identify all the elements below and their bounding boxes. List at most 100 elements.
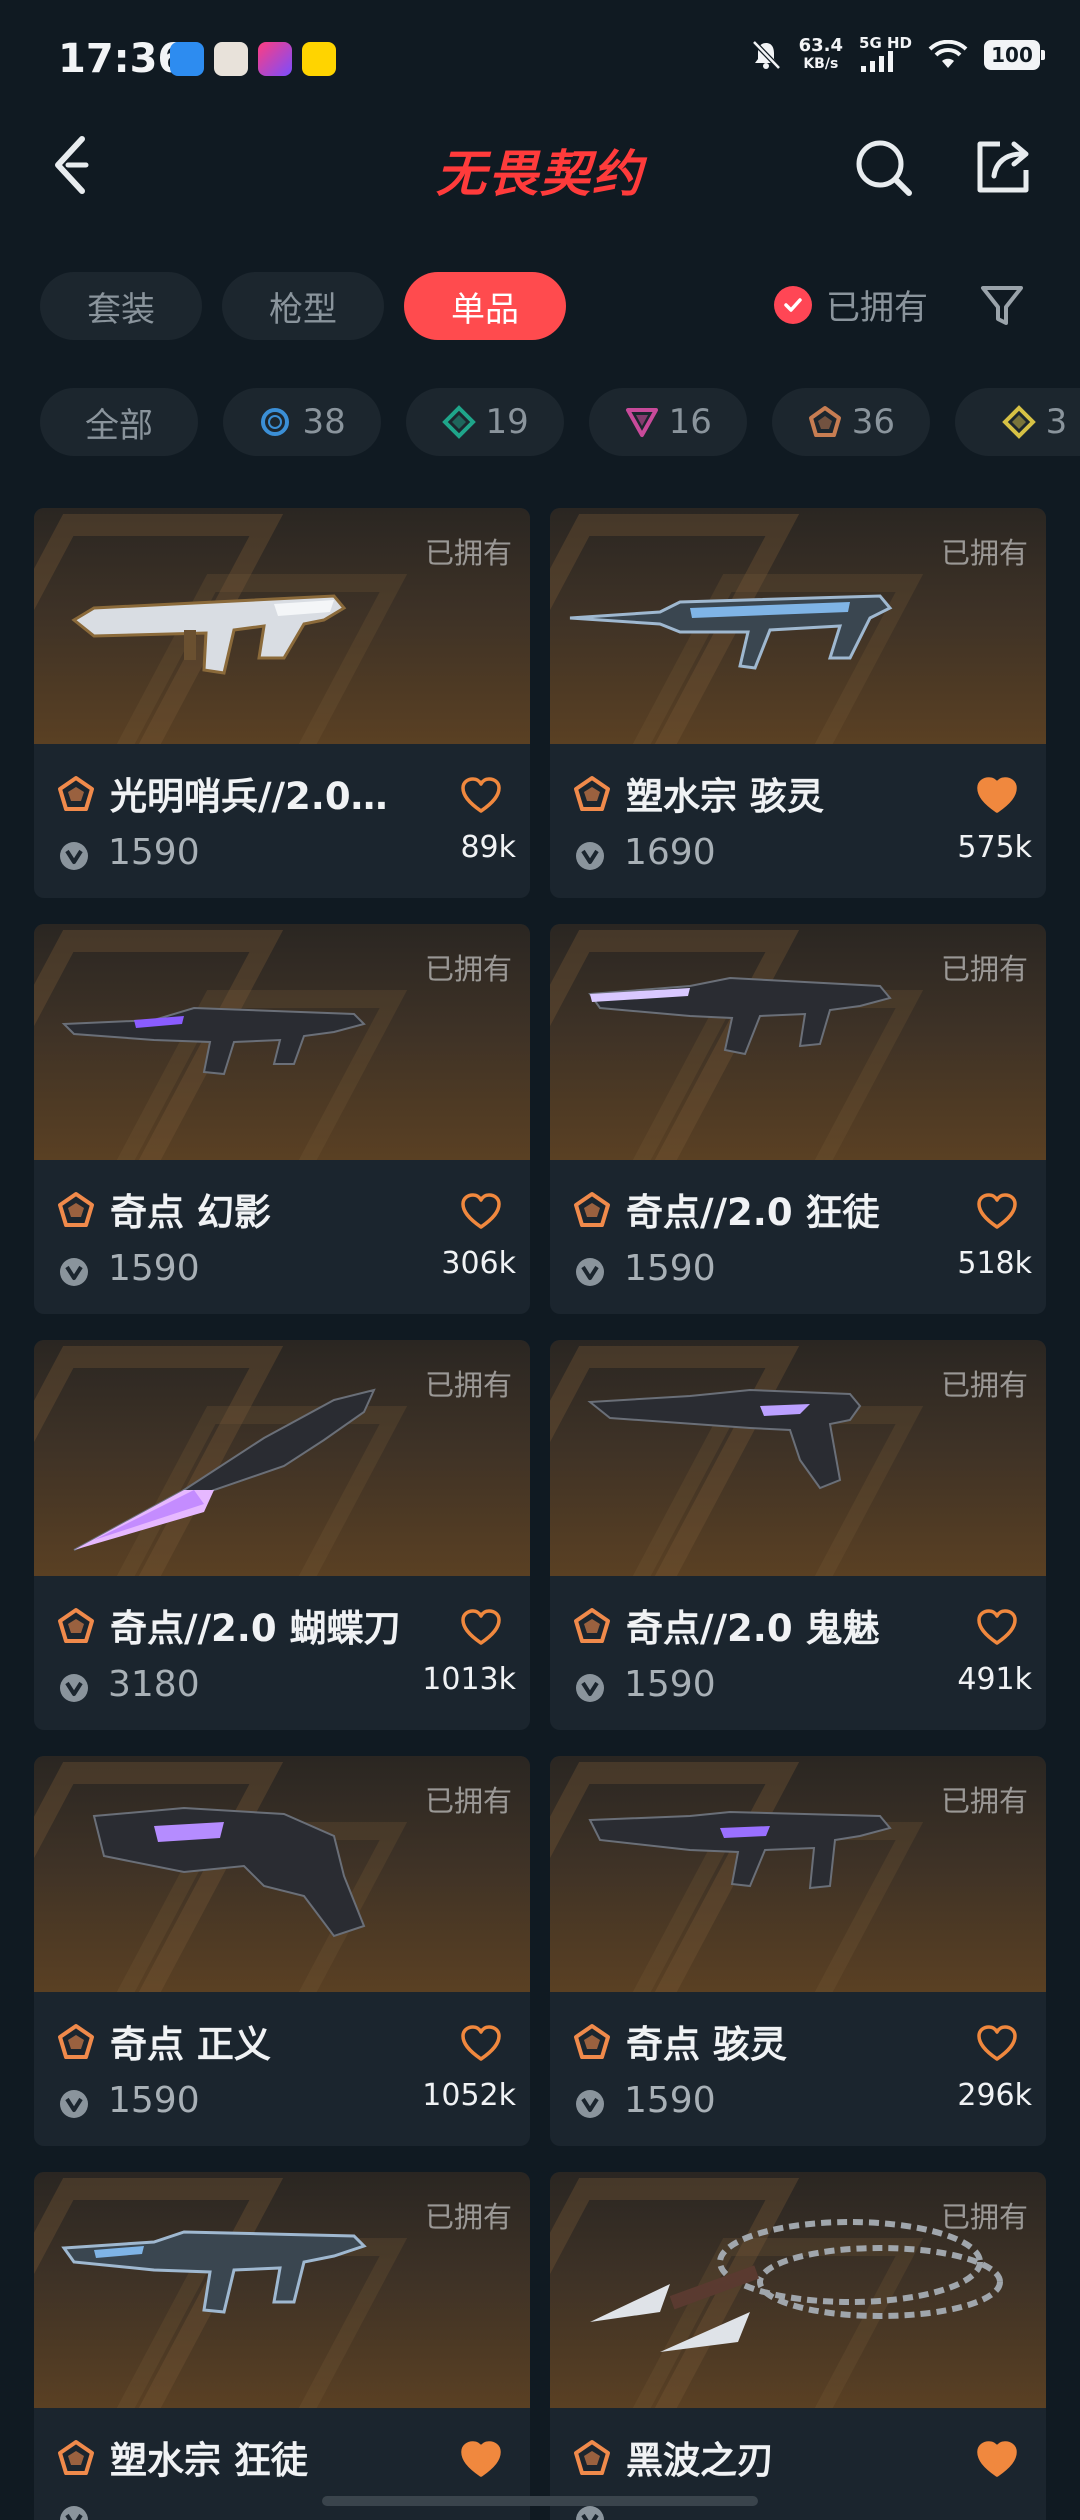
category-tabs: 套装 枪型 单品 xyxy=(40,272,566,340)
skin-name: 塑水宗 狂徒 xyxy=(110,2439,308,2482)
owned-tag: 已拥有 xyxy=(940,536,1028,570)
app-header: 无畏契约 xyxy=(0,120,1080,210)
skin-card[interactable]: 已拥有 奇点 幻影 1590 306k xyxy=(34,924,530,1314)
valorant-points-icon xyxy=(576,2506,604,2520)
skin-image: 已拥有 xyxy=(550,1340,1046,1576)
heart-icon[interactable] xyxy=(460,776,502,814)
funnel-filter-icon xyxy=(981,286,1023,325)
heart-icon[interactable] xyxy=(976,776,1018,814)
exclusive-tier-pentagon-icon xyxy=(574,1192,610,1227)
tab-weapon-types[interactable]: 枪型 xyxy=(222,272,384,340)
like-count: 306k xyxy=(441,1246,516,1281)
skin-price: 1590 xyxy=(108,2080,200,2121)
skin-card[interactable]: 已拥有 塑水宗 骇灵 1690 575k xyxy=(550,508,1046,898)
tab-bundles[interactable]: 套装 xyxy=(40,272,202,340)
skin-card[interactable]: 已拥有 奇点//2.0 鬼魅 1590 491k xyxy=(550,1340,1046,1730)
owned-tag: 已拥有 xyxy=(424,952,512,986)
heart-icon[interactable] xyxy=(460,1192,502,1230)
owned-tag: 已拥有 xyxy=(424,1368,512,1402)
skin-price: 1590 xyxy=(108,832,200,873)
chip-deluxe-tier[interactable]: 19 xyxy=(406,388,565,456)
skin-name: 奇点 幻影 xyxy=(110,1191,271,1234)
heart-icon[interactable] xyxy=(460,1608,502,1646)
page-title: 无畏契约 xyxy=(436,145,644,203)
qq-icon xyxy=(170,42,204,76)
skin-card[interactable]: 已拥有 奇点 骇灵 1590 296k xyxy=(550,1756,1046,2146)
ultra-tier-diamond-icon xyxy=(1001,405,1036,439)
owned-tag: 已拥有 xyxy=(940,1368,1028,1402)
skin-info: 奇点//2.0 狂徒 1590 518k xyxy=(550,1160,1046,1314)
chip-premium-tier[interactable]: 16 xyxy=(589,388,748,456)
skin-price: 1590 xyxy=(624,1248,716,1289)
yellow-app-icon xyxy=(302,42,336,76)
skin-name: 奇点//2.0 蝴蝶刀 xyxy=(110,1607,401,1650)
chip-count: 38 xyxy=(302,402,346,442)
skin-grid: 已拥有 光明哨兵//2.0… 1590 89k 已拥有 塑水宗 骇灵 1690 … xyxy=(34,508,1046,2520)
battery-indicator: 100 xyxy=(984,39,1045,70)
status-indicators: 63.4 KB/s 5G HD 100 xyxy=(749,36,1045,73)
skin-card[interactable]: 已拥有 黑波之刃 xyxy=(550,2172,1046,2520)
tab-single-items[interactable]: 单品 xyxy=(404,272,566,340)
premium-tier-triangle-icon xyxy=(625,408,658,437)
skin-name: 奇点//2.0 鬼魅 xyxy=(626,1607,880,1650)
chip-count: 3 xyxy=(1045,402,1068,442)
owned-tag: 已拥有 xyxy=(940,952,1028,986)
chip-exclusive-tier[interactable]: 36 xyxy=(772,388,931,456)
status-time: 17:36 xyxy=(58,36,186,82)
owned-filter-toggle[interactable]: 已拥有 xyxy=(774,280,928,329)
valorant-points-icon xyxy=(60,1258,88,1286)
heart-icon[interactable] xyxy=(976,1192,1018,1230)
signal-bars-icon xyxy=(861,51,894,72)
owned-tag: 已拥有 xyxy=(424,1784,512,1818)
skin-info: 奇点 骇灵 1590 296k xyxy=(550,1992,1046,2146)
heart-icon[interactable] xyxy=(460,2024,502,2062)
skin-card[interactable]: 已拥有 塑水宗 狂徒 xyxy=(34,2172,530,2520)
like-count: 296k xyxy=(957,2078,1032,2113)
skin-image: 已拥有 xyxy=(550,924,1046,1160)
chip-ultra-tier[interactable]: 3 xyxy=(955,388,1080,456)
exclusive-tier-pentagon-icon xyxy=(808,406,841,437)
chip-all[interactable]: 全部 xyxy=(40,388,198,456)
share-button[interactable] xyxy=(968,132,1038,202)
skin-image: 已拥有 xyxy=(34,1756,530,1992)
search-button[interactable] xyxy=(848,132,918,202)
valorant-points-icon xyxy=(60,2506,88,2520)
chip-count: 36 xyxy=(851,402,895,442)
exclusive-tier-pentagon-icon xyxy=(58,776,94,811)
net-speed: 63.4 KB/s xyxy=(799,36,843,73)
exclusive-tier-pentagon-icon xyxy=(58,1608,94,1643)
skin-image: 已拥有 xyxy=(34,508,530,744)
heart-icon[interactable] xyxy=(460,2440,502,2478)
deluxe-tier-diamond-icon xyxy=(441,405,476,439)
owned-tag: 已拥有 xyxy=(424,2200,512,2234)
like-count: 89k xyxy=(460,830,516,865)
filter-button[interactable] xyxy=(976,280,1028,332)
select-tier-circle-icon xyxy=(261,408,290,436)
heart-icon[interactable] xyxy=(976,1608,1018,1646)
skin-info: 奇点 正义 1590 1052k xyxy=(34,1992,530,2146)
share-icon xyxy=(977,141,1029,193)
heart-icon[interactable] xyxy=(976,2024,1018,2062)
exclusive-tier-pentagon-icon xyxy=(574,2024,610,2059)
skin-card[interactable]: 已拥有 奇点//2.0 狂徒 1590 518k xyxy=(550,924,1046,1314)
notification-icons xyxy=(170,42,336,76)
skin-info: 光明哨兵//2.0… 1590 89k xyxy=(34,744,530,898)
owned-tag: 已拥有 xyxy=(940,2200,1028,2234)
like-count: 575k xyxy=(957,830,1032,865)
skin-card[interactable]: 已拥有 奇点//2.0 蝴蝶刀 3180 1013k xyxy=(34,1340,530,1730)
skin-name: 光明哨兵//2.0… xyxy=(110,775,388,818)
like-count: 1052k xyxy=(422,2078,516,2113)
skin-price: 1590 xyxy=(624,1664,716,1705)
skin-card[interactable]: 已拥有 光明哨兵//2.0… 1590 89k xyxy=(34,508,530,898)
skin-name: 塑水宗 骇灵 xyxy=(626,775,824,818)
skin-image: 已拥有 xyxy=(550,2172,1046,2408)
heart-icon[interactable] xyxy=(976,2440,1018,2478)
skin-name: 奇点//2.0 狂徒 xyxy=(626,1191,880,1234)
mute-bell-icon xyxy=(751,39,781,70)
skin-card[interactable]: 已拥有 奇点 正义 1590 1052k xyxy=(34,1756,530,2146)
home-indicator[interactable] xyxy=(322,2496,758,2506)
chip-select-tier[interactable]: 38 xyxy=(223,388,382,456)
exclusive-tier-pentagon-icon xyxy=(574,776,610,811)
net-speed-unit: KB/s xyxy=(803,55,839,72)
valorant-points-icon xyxy=(576,842,604,870)
